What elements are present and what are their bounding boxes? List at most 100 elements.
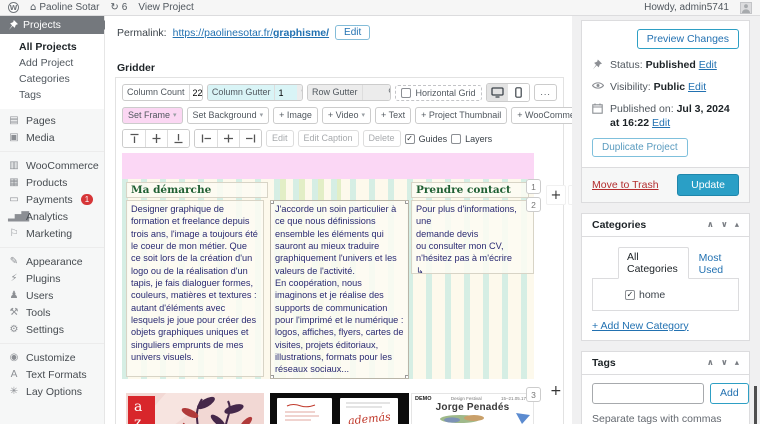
- add-image-button[interactable]: + Image: [273, 107, 318, 124]
- row-badge-3[interactable]: 3: [526, 387, 541, 402]
- align-center-button[interactable]: [217, 130, 239, 147]
- collapse-panel-icon[interactable]: ▴: [735, 220, 739, 230]
- add-project-thumbnail-button[interactable]: + Project Thumbnail: [415, 107, 507, 124]
- selection-handle[interactable]: [405, 375, 409, 379]
- sidebar-item-payments[interactable]: ▭Payments1: [0, 191, 104, 208]
- row-badge-1[interactable]: 1: [526, 179, 541, 194]
- align-right-button[interactable]: [239, 130, 261, 147]
- collapse-panel-icon[interactable]: ▴: [735, 358, 739, 368]
- thumbnail-row: a z: [122, 393, 557, 424]
- row-gutter-input[interactable]: [363, 85, 385, 100]
- sidebar-subitem-all-projects[interactable]: All Projects: [19, 39, 104, 55]
- site-menu[interactable]: ⌂ Paoline Sotar: [30, 2, 99, 13]
- add-row-button[interactable]: +: [546, 185, 566, 205]
- new-tag-input[interactable]: [592, 383, 704, 404]
- align-bottom-button[interactable]: [167, 130, 189, 147]
- text-box-col2-selected[interactable]: J'accorde un soin particulier à ce que n…: [270, 200, 409, 379]
- howdy-text[interactable]: Howdy, admin5741: [644, 2, 729, 13]
- edit-status-link[interactable]: Edit: [699, 59, 717, 71]
- move-panel-up-icon[interactable]: ∧: [707, 220, 714, 230]
- tab-all-categories[interactable]: All Categories: [618, 247, 689, 279]
- sidebar-item-marketing[interactable]: ⚐Marketing: [0, 225, 104, 242]
- sidebar-item-users[interactable]: ♟Users: [0, 287, 104, 304]
- horizontal-grid-toggle[interactable]: Horizontal Grid: [395, 85, 481, 101]
- add-row-button-bottom[interactable]: +: [550, 383, 562, 399]
- sidebar-item-plugins[interactable]: ⚡Plugins: [0, 270, 104, 287]
- sidebar-subitem-categories[interactable]: Categories: [19, 71, 104, 87]
- tab-most-used[interactable]: Most Used: [699, 249, 739, 279]
- align-middle-button[interactable]: [145, 130, 167, 147]
- layers-checkbox[interactable]: [451, 134, 461, 144]
- edit-element-button[interactable]: Edit: [266, 130, 294, 147]
- sidebar-item-woocommerce[interactable]: ▥WooCommerce: [0, 157, 104, 174]
- project-thumbnail-2[interactable]: además: [270, 393, 409, 424]
- sidebar-item-lay-options[interactable]: ✳Lay Options: [0, 383, 104, 400]
- edit-caption-button[interactable]: Edit Caption: [298, 130, 359, 147]
- wordpress-logo-icon[interactable]: W: [8, 2, 19, 13]
- sidebar-item-tools[interactable]: ⚒Tools: [0, 304, 104, 321]
- sidebar-item-products[interactable]: ▦Products: [0, 174, 104, 191]
- sidebar-item-analytics[interactable]: ▂▅▇Analytics: [0, 208, 104, 225]
- permalink-url[interactable]: https://paolinesotar.fr/graphisme/: [173, 27, 329, 39]
- view-project-link[interactable]: View Project: [138, 2, 193, 13]
- updates-indicator[interactable]: ↻ 6: [110, 2, 127, 13]
- text-box-col3[interactable]: Pour plus d'informations, une demande de…: [411, 200, 534, 274]
- row-badge-2[interactable]: 2: [526, 197, 541, 212]
- sidebar-subitem-add-project[interactable]: Add Project: [19, 55, 104, 71]
- sidebar-item-text-formats[interactable]: AText Formats: [0, 366, 104, 383]
- desktop-view-button[interactable]: [487, 84, 508, 101]
- grid-canvas[interactable]: Ma démarche Prendre contact Designer gra…: [122, 153, 534, 379]
- sidebar-item-customize[interactable]: ◉Customize: [0, 349, 104, 366]
- text-box-col1[interactable]: Designer graphique de formation et freel…: [126, 200, 264, 377]
- avatar[interactable]: [740, 2, 752, 14]
- guides-checkbox[interactable]: ✓: [405, 134, 415, 144]
- sidebar-item-pages[interactable]: ▤Pages: [0, 112, 104, 129]
- align-top-icon: [129, 133, 140, 144]
- align-bottom-icon: [173, 133, 184, 144]
- move-panel-down-icon[interactable]: ∨: [721, 220, 728, 230]
- align-top-button[interactable]: [123, 130, 145, 147]
- guides-toggle[interactable]: ✓ Guides: [405, 134, 448, 144]
- move-panel-up-icon[interactable]: ∧: [707, 358, 714, 368]
- edit-published-link[interactable]: Edit: [652, 117, 670, 129]
- sidebar-item-appearance[interactable]: ✎Appearance: [0, 253, 104, 270]
- add-video-button[interactable]: + Video▾: [322, 107, 371, 124]
- set-frame-button[interactable]: Set Frame▾: [122, 107, 183, 124]
- category-home[interactable]: ✓ home: [625, 289, 665, 301]
- add-tag-button[interactable]: Add: [710, 383, 749, 404]
- project-thumbnail-1[interactable]: a z: [126, 393, 264, 424]
- heading-box-prendre-contact[interactable]: Prendre contact: [411, 182, 529, 198]
- delete-element-button[interactable]: Delete: [363, 130, 401, 147]
- sidebar-item-projects[interactable]: Projects: [0, 16, 104, 34]
- move-to-trash-link[interactable]: Move to Trash: [592, 179, 659, 191]
- align-left-button[interactable]: [195, 130, 217, 147]
- add-text-button[interactable]: + Text: [375, 107, 411, 124]
- add-woocommerce-button[interactable]: + WooCommerce▾: [511, 107, 572, 124]
- permalink-edit-button[interactable]: Edit: [335, 25, 370, 40]
- home-category-checkbox[interactable]: ✓: [625, 290, 635, 300]
- frame-strip[interactable]: [122, 153, 534, 179]
- preview-changes-button[interactable]: Preview Changes: [637, 29, 739, 49]
- column-gutter-input[interactable]: [275, 85, 297, 100]
- sidebar-subitem-tags[interactable]: Tags: [19, 87, 104, 103]
- project-thumbnail-3[interactable]: DEMO Design Festival 15–21.05.17 F Jorge…: [411, 393, 534, 424]
- duplicate-project-button[interactable]: Duplicate Project: [592, 138, 688, 157]
- move-panel-down-icon[interactable]: ∨: [721, 358, 728, 368]
- move-row-down-button[interactable]: ↓: [568, 185, 572, 205]
- sidebar-item-settings[interactable]: ⚙Settings: [0, 321, 104, 338]
- column-count-input[interactable]: [190, 85, 203, 100]
- mobile-view-button[interactable]: [508, 84, 529, 101]
- add-new-category-link[interactable]: + Add New Category: [592, 320, 689, 332]
- more-options-button[interactable]: ...: [534, 84, 557, 101]
- update-button[interactable]: Update: [677, 174, 739, 196]
- sidebar-item-media[interactable]: ▣Media: [0, 129, 104, 146]
- heading-box-ma-demarche[interactable]: Ma démarche: [126, 182, 268, 198]
- horizontal-grid-checkbox[interactable]: [401, 88, 411, 98]
- layers-toggle[interactable]: Layers: [451, 134, 492, 144]
- edit-visibility-link[interactable]: Edit: [688, 81, 706, 93]
- selection-handle[interactable]: [270, 200, 274, 204]
- selection-handle[interactable]: [270, 375, 274, 379]
- set-background-button[interactable]: Set Background▾: [187, 107, 270, 124]
- scrollbar-thumb[interactable]: [754, 386, 757, 424]
- selection-handle[interactable]: [405, 200, 409, 204]
